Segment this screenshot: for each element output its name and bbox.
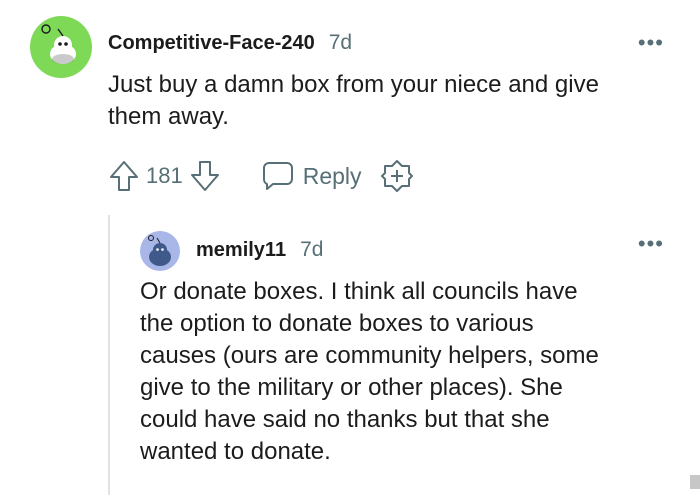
more-icon[interactable]: •••: [638, 233, 664, 255]
comment-meta: memily11 7d: [196, 238, 323, 262]
comment-body-line: could have said no thanks but that she: [140, 406, 550, 433]
reply-button[interactable]: Reply: [261, 160, 362, 192]
comment-body-line: give to the military or other places). S…: [140, 374, 563, 401]
comment-meta: Competitive-Face-240 7d: [108, 31, 352, 55]
more-icon[interactable]: •••: [638, 32, 664, 54]
comment-body-line: them away.: [108, 103, 229, 130]
comment-body-line: wanted to donate.: [140, 438, 331, 465]
username[interactable]: memily11: [196, 239, 286, 262]
comment-body-line: causes (ours are community helpers, some: [140, 342, 599, 369]
comment-body: Just buy a damn box from your niece and …: [108, 69, 678, 133]
downvote-icon[interactable]: [189, 159, 221, 193]
timestamp[interactable]: 7d: [329, 31, 352, 55]
comment-actions: 181 Reply: [108, 157, 414, 195]
reply-icon: [261, 160, 295, 192]
award-icon[interactable]: [380, 159, 414, 193]
comment-2: memily11 7d ••• Or donate boxes. I think…: [108, 215, 700, 495]
vote-score: 181: [146, 163, 183, 188]
scrollbar-thumb[interactable]: [690, 475, 700, 489]
avatar[interactable]: [140, 231, 180, 271]
upvote-icon[interactable]: [108, 159, 140, 193]
reply-label: Reply: [302, 162, 362, 189]
comment-body: Or donate boxes. I think all councils ha…: [140, 276, 680, 468]
timestamp[interactable]: 7d: [300, 238, 323, 262]
comment-body-line: Just buy a damn box from your niece and …: [108, 71, 599, 98]
comment-body-line: the option to donate boxes to various: [140, 310, 534, 337]
comment-body-line: Or donate boxes. I think all councils ha…: [140, 278, 578, 305]
username[interactable]: Competitive-Face-240: [108, 32, 315, 55]
comment-1: Competitive-Face-240 7d ••• Just buy a d…: [0, 0, 700, 215]
avatar[interactable]: [30, 16, 92, 78]
